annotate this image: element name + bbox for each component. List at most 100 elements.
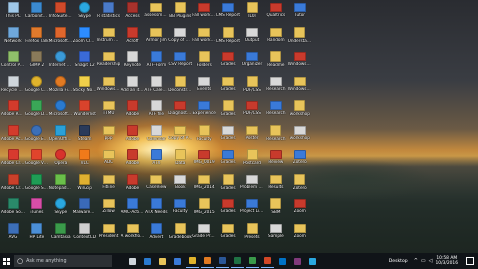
desktop-icon[interactable]: Camtasia <box>49 222 73 245</box>
desktop-icon[interactable]: VLC <box>73 149 97 171</box>
desktop-icon[interactable]: Zotero <box>288 173 312 196</box>
desktop-icon[interactable]: Grades <box>216 76 240 98</box>
desktop-icon[interactable]: Steam <box>73 124 97 147</box>
desktop-icon[interactable]: Book <box>168 174 192 196</box>
desktop-icon[interactable]: Google Earth <box>25 124 49 147</box>
desktop-icon[interactable]: Research <box>264 124 288 147</box>
taskbar-app-button[interactable] <box>291 254 304 268</box>
desktop-icon[interactable]: OpenOffice 4.1.1 <box>49 124 73 147</box>
desktop-icon[interactable]: Adobe Reader DC <box>1 100 25 122</box>
desktop-icon[interactable]: Adobe Creative Cloud <box>1 149 25 171</box>
chevron-up-icon[interactable]: ^ <box>414 258 418 264</box>
desktop-icon[interactable]: Malwarebytes <box>73 198 97 220</box>
search-box[interactable]: ○ Ask me anything <box>14 255 112 267</box>
desktop-icon[interactable]: Adobe Creative <box>1 173 25 196</box>
desktop-icon[interactable]: Fall workshop <box>192 27 216 49</box>
taskbar-app-button[interactable] <box>246 254 259 268</box>
desktop-icon[interactable]: Snagit 12 <box>73 51 97 73</box>
desktop-icon[interactable]: Zillow <box>97 198 121 220</box>
desktop-icon[interactable]: Presets <box>240 222 264 245</box>
desktop-icon[interactable]: Wunderlist <box>73 100 97 122</box>
desktop-icon[interactable]: Zotero <box>288 149 312 171</box>
desktop-icon[interactable]: Qualtrics <box>264 2 288 24</box>
desktop-icon[interactable]: Random <box>264 27 288 49</box>
desktop-icon[interactable]: Fitline <box>97 174 121 196</box>
desktop-icon[interactable]: Keynote <box>121 51 145 73</box>
desktop-icon[interactable]: Zoom <box>288 198 312 220</box>
desktop-icon[interactable]: Grades <box>216 223 240 245</box>
desktop-icon[interactable]: PDF/CSS <box>240 100 264 122</box>
taskbar-app-button[interactable] <box>216 254 229 268</box>
desktop-icon[interactable]: Review <box>264 149 288 171</box>
taskbar-app-button[interactable] <box>201 254 214 268</box>
desktop-icon[interactable]: ppp <box>97 125 121 147</box>
desktop-icon[interactable]: Calendar <box>144 124 168 147</box>
desktop-icon[interactable]: LMS Report <box>216 2 240 24</box>
desktop-icon[interactable]: Problem Solving <box>240 174 264 196</box>
desktop-icon[interactable]: Adobe <box>121 100 145 122</box>
taskbar-app-button[interactable] <box>231 254 244 268</box>
desktop-icon[interactable]: BB Plugins <box>168 2 192 24</box>
desktop-icon[interactable]: Recycle Bin <box>1 75 25 98</box>
desktop-icon[interactable]: Output <box>240 27 264 49</box>
desktop-icon[interactable]: Postcard <box>240 149 264 171</box>
desktop-icon[interactable]: Zoom Cloud <box>73 26 97 49</box>
desktop-icon[interactable]: Windows 10 <box>288 51 312 73</box>
desktop-icon[interactable]: Organizer <box>240 51 264 73</box>
desktop-icon[interactable]: Microsoft Edge <box>49 100 73 122</box>
desktop-icon[interactable]: Notepad++ <box>49 173 73 196</box>
desktop-icon[interactable]: Google Drive <box>25 100 49 122</box>
desktop-icon[interactable]: Grades <box>216 51 240 73</box>
desktop-icon[interactable]: Sticky Notes <box>73 75 97 98</box>
desktop-icon[interactable]: Faculty <box>168 198 192 220</box>
volume-icon[interactable]: ◁ <box>429 258 433 264</box>
desktop-icon[interactable]: Microsoft Office <box>49 26 73 49</box>
taskbar-app-button[interactable] <box>306 254 319 268</box>
desktop-icon[interactable]: Carbonite Backup <box>25 2 49 24</box>
desktop-icon[interactable]: Google Video Editor <box>25 149 49 171</box>
taskbar-app-button[interactable] <box>186 254 199 268</box>
desktop-icon[interactable]: workshop <box>288 125 312 147</box>
desktop-icon[interactable]: Understand <box>288 26 312 49</box>
desktop-icon[interactable]: Adobe <box>121 149 145 171</box>
desktop-icon[interactable]: Data <box>168 149 192 171</box>
desktop-icon[interactable]: Research <box>264 76 288 98</box>
desktop-icon[interactable]: workshop <box>288 100 312 122</box>
desktop-icon[interactable]: CaseView <box>144 174 168 196</box>
taskbar-app-button[interactable] <box>126 254 139 268</box>
desktop-icon[interactable]: Mozilla Firefox <box>49 75 73 98</box>
desktop-icon[interactable]: Add an item to a list <box>121 75 145 98</box>
taskbar-app-button[interactable] <box>171 254 184 268</box>
desktop-icon[interactable]: ATX <box>144 149 168 171</box>
desktop-icon[interactable]: ATX Needs <box>144 198 168 220</box>
desktop-icon[interactable]: InfoSuite Office <box>49 2 73 24</box>
desktop-icon[interactable]: HP Lite <box>25 222 49 245</box>
desktop-icon[interactable]: Acroff <box>121 26 145 49</box>
desktop-icon[interactable]: Copy of Blogging <box>168 27 192 49</box>
desktop-icon[interactable]: Adobe <box>121 173 145 196</box>
desktop-icon[interactable]: A workflower <box>121 223 145 245</box>
desktop-icon[interactable]: Skype <box>49 198 73 220</box>
desktop-icon[interactable]: ContextCD <box>73 222 97 245</box>
desktop-icon[interactable]: IMG_2015 <box>192 198 216 220</box>
desktop-icon[interactable]: Poster <box>240 125 264 147</box>
desktop-icon[interactable]: IMG_0019 <box>192 149 216 171</box>
desktop-icon[interactable]: Opera <box>49 149 73 171</box>
clock[interactable]: 10:58 AM 10/3/2016 <box>435 256 458 266</box>
desktop-icon[interactable]: Deconstruct <box>168 75 192 98</box>
desktop-icon[interactable]: SBM <box>264 198 288 220</box>
desktop-icon[interactable]: ADC <box>97 149 121 171</box>
desktop-icon[interactable]: R statistics <box>97 2 121 24</box>
desktop-icon[interactable]: TTMU <box>97 100 121 122</box>
desktop-icon[interactable]: Sample <box>264 223 288 245</box>
desktop-icon[interactable]: Adobe Acrobat DC <box>1 124 25 147</box>
desktop-icon[interactable]: Firefox Talk <box>25 26 49 49</box>
desktop-icon[interactable]: ATF file <box>144 100 168 122</box>
desktop-icon[interactable]: Zoom <box>288 223 312 245</box>
desktop-icon[interactable]: Control Panel <box>1 51 25 73</box>
desktop-icon[interactable]: CSV Report <box>168 51 192 73</box>
action-center-icon[interactable] <box>466 257 474 265</box>
desktop-icon[interactable]: Fall workshop <box>192 2 216 24</box>
desktop-icon[interactable]: Results <box>264 174 288 196</box>
desktop-icon[interactable]: Events <box>192 76 216 98</box>
